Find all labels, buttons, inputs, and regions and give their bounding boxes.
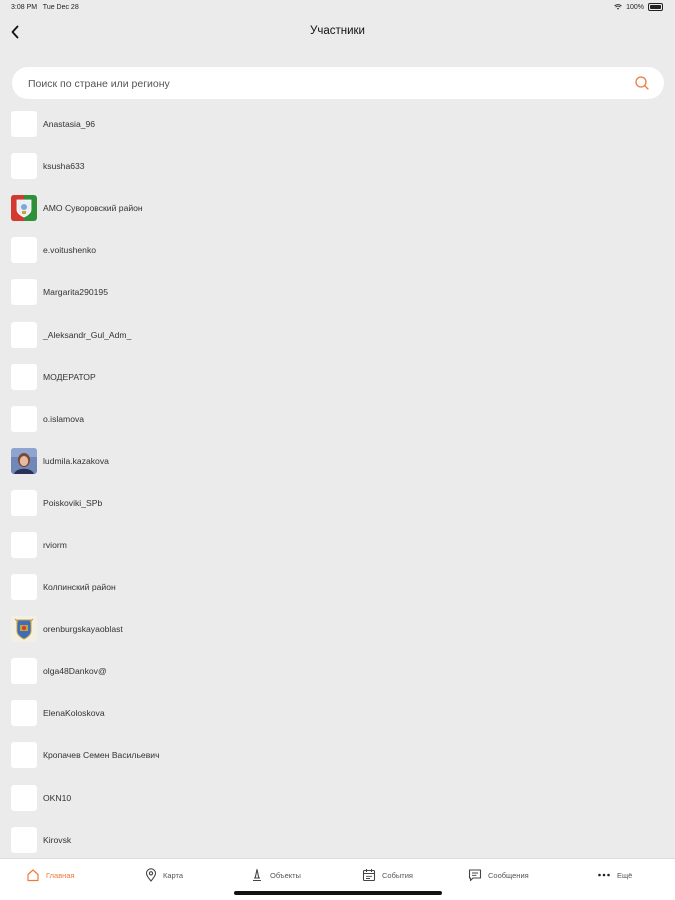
tab-more-label: Ещё — [617, 870, 633, 880]
search-icon[interactable] — [634, 75, 650, 91]
tab-home[interactable]: Главная — [26, 867, 75, 883]
participant-row[interactable]: МОДЕРАТОР — [0, 356, 675, 398]
more-icon — [598, 873, 610, 877]
status-time: 3:08 PM — [11, 4, 38, 11]
participant-row[interactable]: rviorm — [0, 524, 675, 566]
avatar — [11, 237, 37, 264]
participant-row[interactable]: ludmila.kazakova — [0, 440, 675, 482]
participant-row[interactable]: АМО Суворовский район — [0, 187, 675, 229]
participant-row[interactable]: _Aleksandr_Gul_Adm_ — [0, 313, 675, 355]
status-date: Tue Dec 28 — [42, 4, 79, 11]
avatar — [11, 574, 37, 601]
status-bar: 3:08 PM Tue Dec 28 100% — [0, 0, 675, 16]
status-time-date: 3:08 PM Tue Dec 28 — [11, 4, 79, 11]
participant-row[interactable]: e.voitushenko — [0, 229, 675, 271]
avatar — [11, 784, 37, 811]
participant-name: Poiskoviki_SPb — [43, 497, 103, 508]
tab-objects[interactable]: Объекты — [250, 867, 301, 883]
avatar — [11, 153, 37, 180]
participant-row[interactable]: Anastasia_96 — [0, 103, 675, 145]
message-icon — [468, 869, 482, 882]
avatar — [11, 489, 37, 516]
home-indicator — [234, 891, 442, 895]
battery-icon — [648, 3, 663, 11]
calendar-icon — [362, 869, 376, 882]
search-input[interactable] — [26, 67, 620, 101]
tab-more[interactable]: Ещё — [597, 867, 632, 883]
participant-row[interactable]: Колпинский район — [0, 566, 675, 608]
avatar — [11, 279, 37, 306]
avatar — [11, 195, 37, 222]
avatar — [11, 405, 37, 432]
participant-name: Кропачев Семен Васильевич — [43, 750, 160, 761]
avatar — [11, 531, 37, 558]
participant-name: МОДЕРАТОР — [43, 371, 96, 382]
tab-map-label: Карта — [163, 870, 184, 880]
participant-row[interactable]: o.islamova — [0, 398, 675, 440]
participant-row[interactable]: Poiskoviki_SPb — [0, 482, 675, 524]
tab-events-label: События — [382, 870, 413, 880]
participant-name: ksusha633 — [43, 161, 85, 172]
participant-name: ElenaKoloskova — [43, 708, 105, 719]
participant-name: OKN10 — [43, 792, 72, 803]
participant-name: e.voitushenko — [43, 245, 97, 256]
participant-name: Margarita290195 — [43, 287, 108, 298]
avatar — [11, 742, 37, 769]
home-icon — [27, 869, 39, 882]
avatar — [11, 363, 37, 390]
participant-name: ludmila.kazakova — [43, 455, 109, 466]
participant-name: rviorm — [43, 539, 67, 550]
avatar — [11, 321, 37, 348]
participant-name: Anastasia_96 — [43, 119, 96, 130]
participants-list: Anastasia_96 ksusha633 АМО Суворовский рай… — [0, 103, 675, 861]
avatar — [11, 658, 37, 685]
participant-name: olga48Dankov@ — [43, 666, 107, 677]
participant-row[interactable]: olga48Dankov@ — [0, 650, 675, 692]
search-bar — [12, 67, 664, 101]
wifi-icon — [614, 4, 622, 10]
avatar — [11, 826, 37, 853]
map-pin-icon — [145, 868, 157, 882]
participant-row[interactable]: Кропачев Семен Васильевич — [0, 734, 675, 776]
avatar — [11, 447, 37, 474]
participant-row[interactable]: Kirovsk — [0, 819, 675, 861]
participant-row[interactable]: ksusha633 — [0, 145, 675, 187]
participant-name: Kirovsk — [43, 834, 72, 845]
participant-name: АМО Суворовский район — [43, 203, 143, 214]
tab-objects-label: Объекты — [270, 870, 301, 880]
tab-messages-label: Сообщения — [488, 870, 529, 880]
page-title: Участники — [310, 25, 365, 37]
status-indicators: 100% — [614, 3, 663, 11]
participant-row[interactable]: ElenaKoloskova — [0, 692, 675, 734]
tab-messages[interactable]: Сообщения — [468, 867, 529, 883]
participant-row[interactable]: Margarita290195 — [0, 271, 675, 313]
participant-name: orenburgskayaoblast — [43, 624, 123, 635]
avatar — [11, 616, 37, 643]
avatar — [11, 700, 37, 727]
participant-name: Колпинский район — [43, 582, 116, 593]
participant-row[interactable]: OKN10 — [0, 777, 675, 819]
tab-events[interactable]: События — [362, 867, 413, 883]
participant-name: o.islamova — [43, 413, 85, 424]
tab-home-label: Главная — [46, 870, 75, 880]
avatar — [11, 111, 37, 138]
participant-name: _Aleksandr_Gul_Adm_ — [43, 329, 132, 340]
participant-row[interactable]: orenburgskayaoblast — [0, 608, 675, 650]
monument-icon — [253, 868, 261, 882]
battery-percent: 100% — [626, 3, 644, 11]
navigation-bar: Участники — [0, 18, 675, 46]
tab-map[interactable]: Карта — [145, 867, 183, 883]
